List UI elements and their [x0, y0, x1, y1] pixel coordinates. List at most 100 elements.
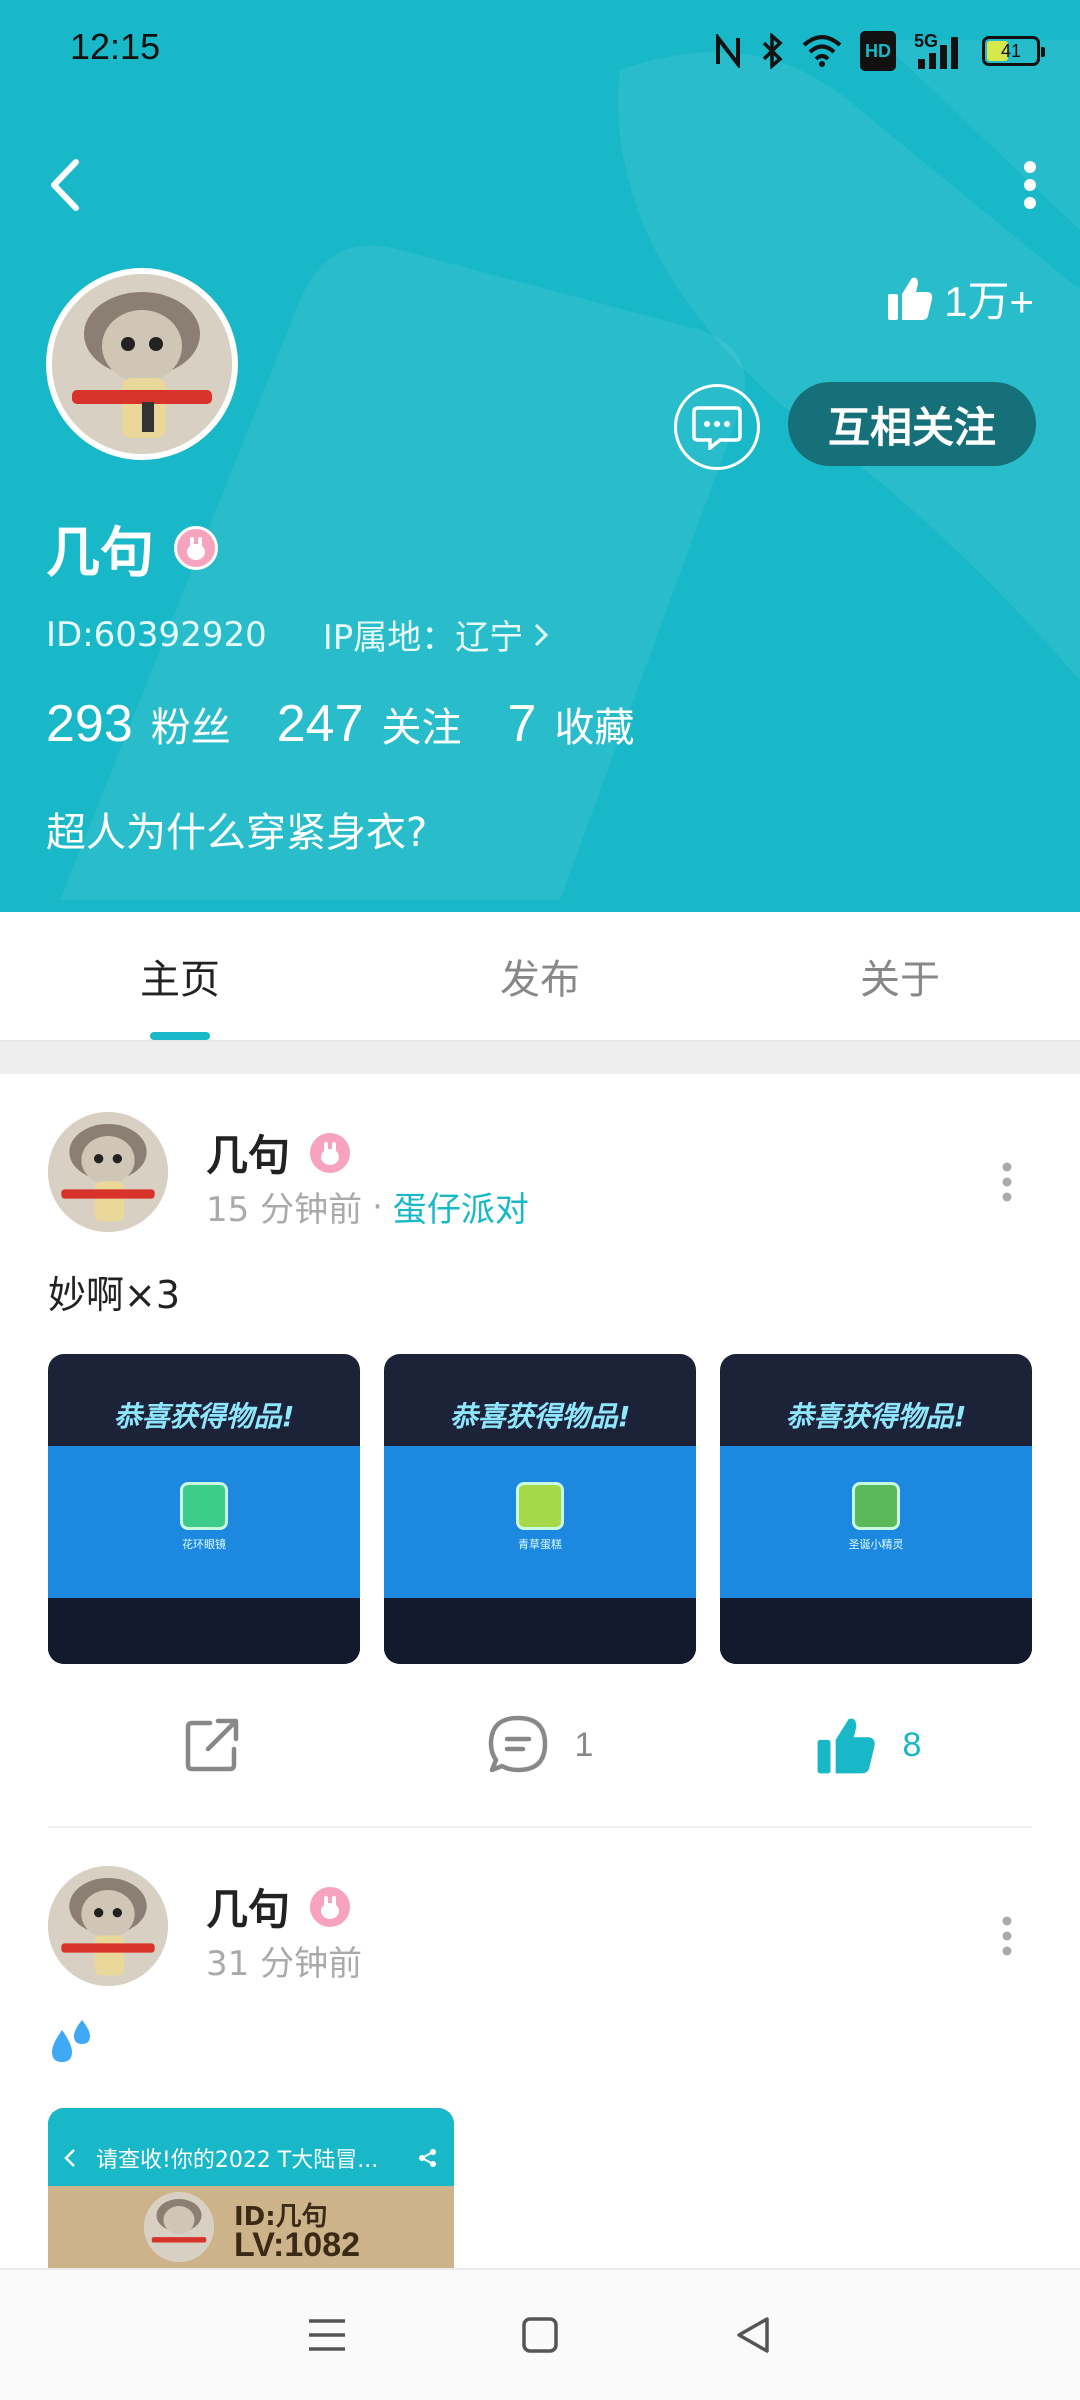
post-more-button[interactable]	[992, 1906, 1022, 1966]
profile-name: 几句	[46, 521, 154, 584]
comment-button[interactable]: 1	[376, 1700, 704, 1790]
hd-icon: HD	[860, 31, 896, 71]
chat-bubble-icon	[692, 406, 742, 450]
item-label: 花环眼镜	[182, 1538, 226, 1551]
triangle-back-icon	[737, 2317, 770, 2353]
post-author-name[interactable]: 几句	[206, 1122, 290, 1183]
post-author-row: 几句	[206, 1122, 353, 1183]
stat-favorites[interactable]: 7 收藏	[508, 694, 635, 754]
post-shared-card[interactable]: 请查收!你的2022 T大陆冒... ID:几句 LV:1082	[48, 2108, 454, 2268]
rabbit-badge-icon	[308, 1130, 353, 1175]
post-topic-link[interactable]: 蛋仔派对	[393, 1182, 529, 1231]
home-nav-button[interactable]	[510, 2305, 570, 2365]
follow-button[interactable]: 互相关注	[788, 382, 1036, 466]
status-bar: 12:15 HD 5G 41	[0, 0, 1080, 100]
post-author-row: 几句	[206, 1876, 353, 1937]
likes-count: 1万+	[944, 277, 1034, 325]
image-footer	[384, 1598, 696, 1664]
like-button[interactable]: 8	[704, 1700, 1032, 1790]
rabbit-badge-icon	[174, 525, 218, 570]
back-nav-button[interactable]	[723, 2305, 783, 2365]
post-text: 妙啊×3	[48, 1273, 181, 1317]
cat-avatar-image	[144, 2192, 214, 2262]
profile-id: ID:60392920	[46, 614, 267, 655]
bluetooth-icon	[760, 31, 784, 71]
post-image[interactable]: 恭喜获得物品! 青草蛋糕	[384, 1354, 696, 1664]
tab-home[interactable]: 主页	[0, 912, 360, 1040]
comment-icon	[488, 1715, 547, 1773]
profile-avatar[interactable]	[46, 268, 238, 460]
tab-posts[interactable]: 发布	[360, 912, 720, 1040]
item-icon	[516, 1482, 564, 1530]
rabbit-badge-icon	[308, 1884, 353, 1929]
wifi-icon	[802, 31, 842, 71]
post-time: 31 分钟前	[206, 1944, 363, 1984]
chevron-right-icon	[535, 623, 549, 646]
sweat-droplets-icon	[52, 2020, 90, 2062]
square-icon	[522, 2317, 558, 2353]
tab-about[interactable]: 关于	[720, 912, 1080, 1040]
system-nav-bar	[0, 2268, 1080, 2400]
card-title-bar: 请查收!你的2022 T大陆冒...	[48, 2130, 454, 2186]
profile-stats: 293 粉丝 247 关注 7 收藏	[46, 694, 634, 754]
post-image[interactable]: 恭喜获得物品! 圣诞小精灵	[720, 1354, 1032, 1664]
image-banner-text: 恭喜获得物品!	[785, 1400, 967, 1433]
menu-nav-button[interactable]	[297, 2305, 357, 2365]
stat-number: 293	[46, 695, 133, 753]
signal-icon: 5G	[914, 31, 964, 71]
stat-label: 收藏	[554, 705, 635, 751]
post-header: 几句 15 分钟前 · 蛋仔派对	[48, 1112, 1032, 1242]
card-title: 请查收!你的2022 T大陆冒...	[96, 2148, 379, 2173]
message-button[interactable]	[674, 384, 760, 470]
post-more-button[interactable]	[992, 1152, 1022, 1212]
share-icon	[185, 1718, 239, 1772]
item-icon	[180, 1482, 228, 1530]
stat-following[interactable]: 247 关注	[277, 694, 462, 754]
post-meta: 31 分钟前	[206, 1936, 362, 1985]
section-divider	[0, 1042, 1080, 1074]
post-meta: 15 分钟前 · 蛋仔派对	[206, 1182, 529, 1231]
post-author-avatar[interactable]	[48, 1112, 168, 1232]
like-count: 8	[902, 1725, 922, 1764]
share-button[interactable]	[48, 1700, 376, 1790]
more-options-button[interactable]	[1010, 150, 1050, 220]
stat-number: 7	[507, 695, 537, 753]
comment-count: 1	[574, 1725, 594, 1764]
post-image-grid: 恭喜获得物品! 花环眼镜 恭喜获得物品! 青草蛋糕 恭喜获得物品! 圣诞小精灵	[48, 1354, 1032, 1664]
more-vertical-icon	[1002, 1916, 1012, 1956]
post-image[interactable]: 恭喜获得物品! 花环眼镜	[48, 1354, 360, 1664]
card-level: LV:1082	[234, 2226, 361, 2264]
cat-avatar-image	[48, 1866, 168, 1986]
image-footer	[48, 1598, 360, 1664]
post-author-avatar[interactable]	[48, 1866, 168, 1986]
profile-header: 12:15 HD 5G 41 1万+ 互相关注 几句 ID:60392920 I…	[0, 0, 1080, 912]
profile-likes: 1万+	[886, 268, 1034, 328]
ip-location: IP属地：辽宁	[322, 618, 524, 658]
image-banner-text: 恭喜获得物品!	[449, 1400, 631, 1433]
item-label: 圣诞小精灵	[848, 1538, 904, 1551]
more-vertical-icon	[1024, 161, 1036, 209]
more-vertical-icon	[1002, 1162, 1012, 1202]
stat-label: 关注	[381, 705, 462, 751]
stat-number: 247	[276, 695, 364, 753]
meta-separator: ·	[372, 1186, 383, 1227]
profile-name-row: 几句	[46, 508, 218, 587]
battery-level: 41	[1000, 40, 1022, 61]
profile-tabs: 主页 发布 关于	[0, 912, 1080, 1042]
post-actions: 1 8	[48, 1700, 1032, 1790]
post-text-emoji: 💦	[48, 2016, 96, 2075]
cat-avatar-image	[48, 1112, 168, 1232]
status-icons: HD 5G 41	[714, 28, 1045, 74]
thumbs-up-icon	[888, 277, 933, 320]
back-button[interactable]	[40, 150, 90, 220]
image-banner-text: 恭喜获得物品!	[113, 1400, 295, 1433]
post-author-name[interactable]: 几句	[206, 1876, 290, 1937]
battery-icon: 41	[982, 36, 1045, 66]
card-avatar	[144, 2192, 214, 2262]
item-label: 青草蛋糕	[518, 1538, 562, 1551]
status-time: 12:15	[70, 26, 161, 67]
cat-avatar-image	[52, 274, 232, 454]
stat-fans[interactable]: 293 粉丝	[46, 694, 231, 754]
ip-location-link[interactable]: IP属地：辽宁	[323, 610, 550, 659]
post-time: 15 分钟前	[206, 1190, 363, 1230]
